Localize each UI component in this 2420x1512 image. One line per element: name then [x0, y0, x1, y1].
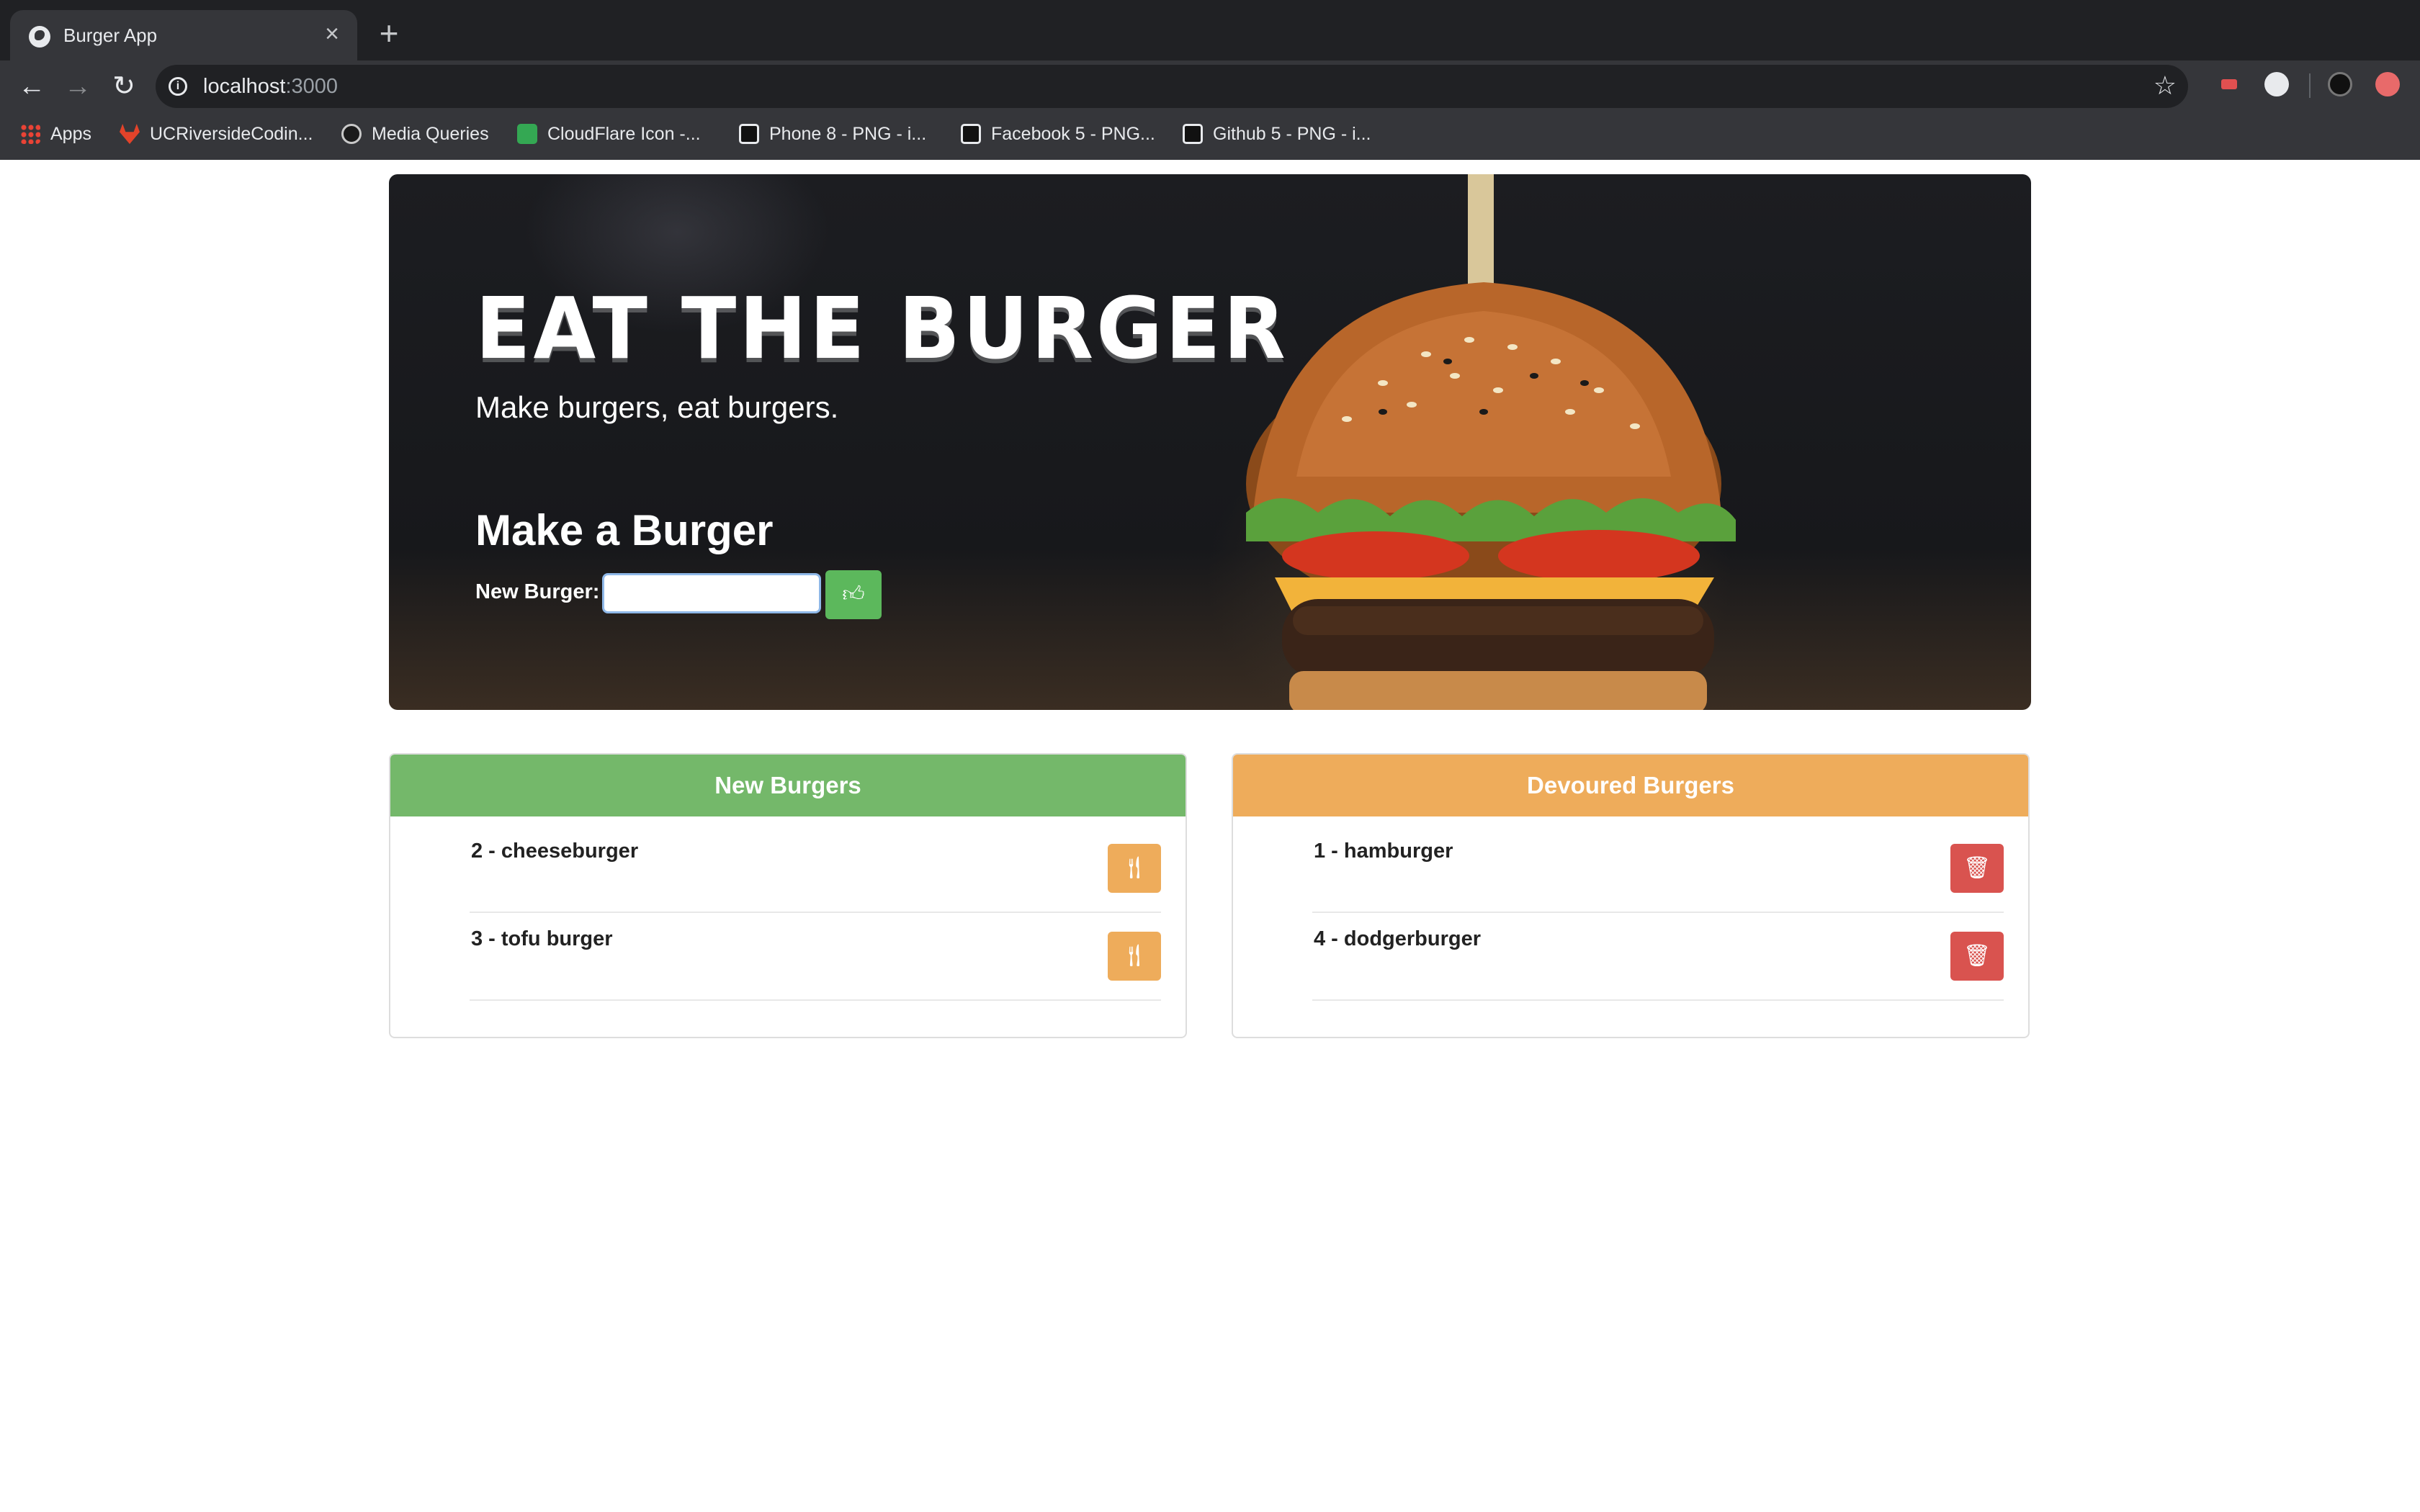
new-burger-label: New Burger: — [475, 580, 600, 603]
list-item: 2 - cheeseburger 🍴︎ — [470, 825, 1161, 913]
cloudflare-icon — [517, 124, 537, 144]
github-icon — [341, 124, 362, 144]
bookmark-phone8[interactable]: Phone 8 - PNG - i... — [739, 121, 926, 147]
cutlery-icon: 🍴︎ — [1120, 944, 1149, 968]
bookmark-apps[interactable]: Apps — [20, 121, 91, 147]
tab-title: Burger App — [63, 24, 158, 46]
gitlab-icon — [120, 124, 140, 144]
globe-icon — [29, 26, 50, 48]
browser-tab[interactable]: Burger App × — [10, 10, 357, 60]
png-site-icon — [739, 124, 759, 144]
extension-icon[interactable] — [2375, 72, 2400, 96]
bookmark-star-icon[interactable]: ☆ — [2154, 71, 2177, 101]
devour-button[interactable]: 🍴︎ — [1108, 932, 1161, 981]
trash-icon: 🗑︎ — [1963, 944, 1991, 968]
extension-icon[interactable] — [2217, 72, 2241, 96]
burger-photo — [1246, 174, 1736, 710]
bookmark-facebook5[interactable]: Facebook 5 - PNG... — [961, 121, 1155, 147]
forward-icon[interactable]: → — [60, 69, 95, 104]
cutlery-icon: 🍴︎ — [1120, 856, 1149, 880]
list-item: 3 - tofu burger 🍴︎ — [470, 913, 1161, 1001]
back-icon[interactable]: ← — [14, 69, 49, 104]
form-heading: Make a Burger — [475, 506, 774, 554]
reload-icon[interactable]: ↻ — [107, 69, 141, 104]
panel-heading: New Burgers — [390, 755, 1186, 816]
list-item: 1 - hamburger 🗑︎ — [1312, 825, 2004, 913]
delete-button[interactable]: 🗑︎ — [1950, 932, 2004, 981]
trash-icon: 🗑︎ — [1963, 856, 1991, 880]
browser-chrome: Burger App × + ← → ↻ i localhost:3000 ☆ … — [0, 0, 2420, 160]
new-burgers-panel: New Burgers 2 - cheeseburger 🍴︎ 3 - tofu… — [389, 753, 1187, 1038]
bookmark-label: UCRiversideCodin... — [150, 123, 313, 144]
bookmark-label: Media Queries — [372, 123, 489, 144]
bookmark-label: Phone 8 - PNG - i... — [769, 123, 927, 144]
delete-button[interactable]: 🗑︎ — [1950, 844, 2004, 893]
list-item: 4 - dodgerburger 🗑︎ — [1312, 913, 2004, 1001]
burger-name: 3 - tofu burger — [471, 927, 613, 950]
submit-burger-button[interactable]: 👍︎ — [825, 570, 882, 619]
thumbs-up-icon: 👍︎ — [842, 582, 865, 606]
bookmark-cloudflare[interactable]: CloudFlare Icon -... — [517, 121, 701, 147]
hero-subtitle: Make burgers, eat burgers. — [475, 390, 839, 424]
bookmarks-bar: Apps UCRiversideCodin... Media Queries C… — [0, 115, 2420, 153]
png-site-icon — [1183, 124, 1203, 144]
site-info-icon[interactable]: i — [169, 77, 187, 96]
devoured-burgers-panel: Devoured Burgers 1 - hamburger 🗑︎ 4 - do… — [1232, 753, 2030, 1038]
burger-name: 4 - dodgerburger — [1314, 927, 1482, 950]
address-bar[interactable]: i localhost:3000 ☆ — [156, 65, 2188, 108]
panel-heading: Devoured Burgers — [1233, 755, 2028, 816]
burger-name: 2 - cheeseburger — [471, 840, 639, 863]
url-port: :3000 — [285, 75, 339, 98]
new-tab-icon[interactable]: + — [372, 17, 406, 52]
url-text[interactable]: localhost:3000 — [203, 75, 338, 99]
bookmark-label: Github 5 - PNG - i... — [1213, 123, 1371, 144]
close-tab-icon[interactable]: × — [318, 20, 346, 48]
devour-button[interactable]: 🍴︎ — [1108, 844, 1161, 893]
png-site-icon — [961, 124, 981, 144]
profile-avatar[interactable] — [2328, 72, 2352, 96]
new-burger-input[interactable] — [602, 573, 821, 613]
hero-banner: EAT THE BURGER Make burgers, eat burgers… — [389, 174, 2031, 710]
bookmark-label: CloudFlare Icon -... — [547, 123, 701, 144]
apps-grid-icon — [20, 124, 40, 144]
bookmark-ucriverside[interactable]: UCRiversideCodin... — [120, 121, 313, 147]
bookmark-github5[interactable]: Github 5 - PNG - i... — [1183, 121, 1371, 147]
url-host: localhost — [203, 75, 286, 98]
burger-name: 1 - hamburger — [1314, 840, 1453, 863]
extension-icon[interactable] — [2264, 72, 2289, 96]
bookmark-label: Facebook 5 - PNG... — [991, 123, 1155, 144]
bookmark-label: Apps — [50, 123, 91, 144]
hero-title: EAT THE BURGER — [475, 279, 1289, 379]
toolbar-divider — [2309, 73, 2311, 98]
tab-strip: Burger App × + — [0, 0, 2420, 60]
bookmark-media-queries[interactable]: Media Queries — [341, 121, 489, 147]
